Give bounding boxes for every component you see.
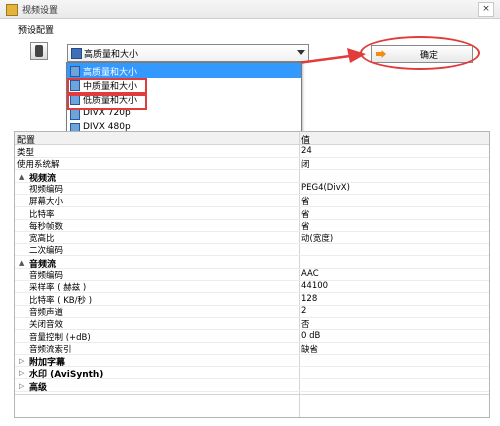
grid-section[interactable]: ▷ 水印 (AviSynth) [15,367,489,381]
expand-toggle-icon[interactable]: ▷ [19,382,24,390]
grid-row-name: 音频流 [29,259,57,270]
grid-row-name: 关闭音效 [29,320,64,331]
grid-section[interactable]: ▷ 附加字幕 [15,355,489,369]
grid-row[interactable]: 采样率 ( 赫兹 ) 44100 [15,281,489,294]
grid-row[interactable]: 使用系统解 闭 [15,158,489,171]
grid-row-name: 视频编码 [29,184,64,195]
grid-row-name: 音量控制 (+dB) [29,332,91,343]
grid-row[interactable]: 音频编码 AAC [15,269,489,281]
grid-row-name: 每秒帧数 [29,221,64,232]
settings-grid: 配置 值 类型 24 使用系统解闭 ▲ 视频流 视频编码 PEG4(DivX) 屏幕大小省比特… [14,131,490,418]
grid-row-name: 宽高比 [29,234,55,245]
grid-row-value[interactable]: PEG4(DivX) [301,183,350,193]
grid-row-value[interactable]: 2 [301,306,306,316]
annotation-box-low [67,92,147,110]
dropdown-option-label: 高质量和大小 [83,68,138,78]
grid-row-value[interactable]: 省 [301,220,310,232]
grid-row-name: 类型 [17,148,35,158]
grid-row-value[interactable]: 缺省 [301,343,318,355]
grid-row-name: 使用系统解 [17,160,60,171]
grid-row-name: 二次编码 [29,246,64,257]
grid-row[interactable]: 音量控制 (+dB) 0 dB [15,331,489,343]
grid-row-value[interactable]: 0 dB [301,331,320,341]
grid-row-name: 视频流 [29,173,57,184]
grid-row-name: 比特率 ( KB/秒 ) [29,295,93,306]
grid-row-value[interactable]: 44100 [301,281,328,291]
grid-section[interactable]: ▲ 音频流 [15,257,489,270]
grid-row-value[interactable]: 闭 [301,158,310,170]
grid-row-name: 水印 (AviSynth) [29,370,104,381]
grid-row-value[interactable]: 否 [301,318,310,330]
grid-row-value[interactable]: 动(宽度) [301,232,333,244]
expand-toggle-icon[interactable]: ▲ [19,259,24,267]
expand-toggle-icon[interactable]: ▷ [19,369,24,377]
grid-row[interactable]: 二次编码 [15,244,489,257]
film-icon [70,66,80,77]
dropdown-option[interactable]: 高质量和大小 [67,63,301,78]
grid-section[interactable]: ▲ 视频流 [15,171,489,184]
grid-row-value[interactable]: 24 [301,146,312,156]
grid-header: 配置 值 [15,132,489,146]
grid-row-name: 音频编码 [29,271,64,281]
grid-row[interactable]: 音频流索引 缺省 [15,343,489,355]
grid-row-name: 音频声道 [29,307,64,318]
grid-row[interactable]: 宽高比 动(宽度) [15,232,489,245]
expand-toggle-icon[interactable]: ▲ [19,173,24,181]
grid-footer [15,394,489,417]
header-value: 值 [301,136,311,146]
grid-row-name: 比特率 [29,209,55,220]
grid-row-value[interactable]: 省 [301,208,310,220]
grid-row[interactable]: 比特率 省 [15,208,489,220]
grid-row-name: 音频流索引 [29,344,72,355]
grid-row[interactable]: 类型 24 [15,146,489,158]
grid-row[interactable]: 视频编码 PEG4(DivX) [15,183,489,195]
header-name: 配置 [17,136,36,146]
grid-row-value[interactable]: 省 [301,195,310,207]
grid-section[interactable]: ▷ 高级 [15,380,489,393]
expand-toggle-icon[interactable]: ▷ [19,357,24,365]
grid-row[interactable]: 关闭音效 否 [15,318,489,331]
film-icon [70,108,80,120]
grid-row[interactable]: 每秒帧数 省 [15,220,489,232]
grid-row[interactable]: 音频声道 2 [15,306,489,318]
grid-row[interactable]: 屏幕大小 省 [15,195,489,208]
grid-row[interactable]: 比特率 ( KB/秒 ) 128 [15,294,489,306]
grid-row-name: 高级 [29,382,48,393]
grid-row-name: 屏幕大小 [29,197,64,208]
grid-row-value[interactable]: 128 [301,294,317,304]
grid-row-name: 采样率 ( 赫兹 ) [29,283,87,294]
grid-row-name: 附加字幕 [29,358,66,369]
grid-row-value[interactable]: AAC [301,269,319,279]
